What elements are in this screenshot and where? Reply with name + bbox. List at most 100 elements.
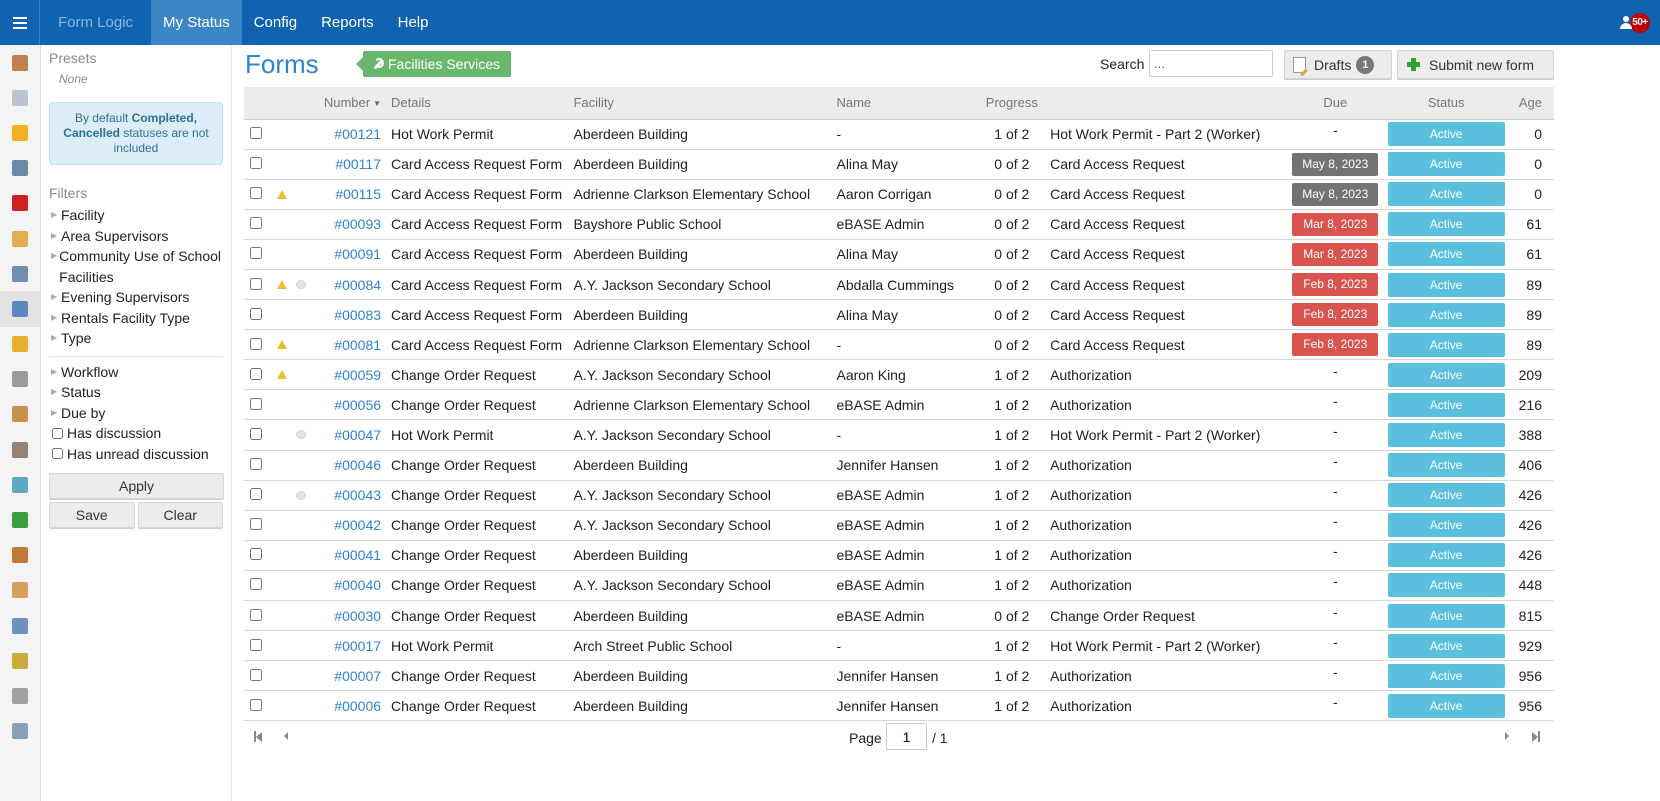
user-menu[interactable]: 50+ [1600, 0, 1660, 45]
filter-expander[interactable]: ▶ Status [49, 382, 223, 403]
row-checkbox[interactable] [250, 367, 262, 380]
rail-item-package[interactable] [0, 573, 40, 608]
rail-item-puzzle[interactable] [0, 502, 40, 537]
header-facility[interactable]: Facility [573, 87, 837, 120]
department-tag[interactable]: Facilities Services [355, 51, 512, 77]
row-checkbox[interactable] [250, 458, 262, 471]
last-page-button[interactable] [1532, 729, 1540, 743]
form-number-link[interactable]: #00046 [334, 457, 381, 473]
filter-expander[interactable]: ▶ Rentals Facility Type [49, 308, 223, 329]
menu-button[interactable] [0, 0, 40, 45]
row-checkbox[interactable] [250, 247, 262, 260]
prev-page-button[interactable] [284, 729, 288, 743]
submit-new-form-button[interactable]: Submit new form [1397, 50, 1554, 79]
form-number-link[interactable]: #00084 [334, 277, 381, 293]
status-badge[interactable]: Active [1387, 152, 1505, 177]
status-badge[interactable]: Active [1387, 663, 1505, 688]
first-page-button[interactable] [254, 729, 262, 743]
row-checkbox[interactable] [250, 488, 262, 501]
form-number-link[interactable]: #00083 [334, 307, 381, 323]
row-checkbox[interactable] [250, 337, 262, 350]
table-row[interactable]: #00007 Change Order Request Aberdeen Build… [244, 660, 1554, 692]
form-number-link[interactable]: #00081 [334, 337, 381, 353]
nav-config[interactable]: Config [242, 0, 309, 45]
filter-expander[interactable]: ▶ Due by [49, 403, 223, 424]
rail-item-hard-hat[interactable] [0, 115, 40, 150]
form-number-link[interactable]: #00017 [334, 638, 381, 654]
status-badge[interactable]: Active [1387, 182, 1505, 207]
rail-item-computer[interactable] [0, 151, 40, 186]
rail-item-building-warning[interactable] [0, 327, 40, 362]
form-number-link[interactable]: #00056 [334, 397, 381, 413]
rail-item-alarm-clock[interactable] [0, 608, 40, 643]
rail-item-first-aid[interactable] [0, 186, 40, 221]
row-checkbox[interactable] [250, 187, 262, 200]
filter-expander[interactable]: ▶ Community Use of School Facilities [49, 246, 223, 287]
search-input[interactable] [1149, 50, 1273, 77]
table-row[interactable]: #00017 Hot Work Permit Arch Street Public … [244, 630, 1554, 662]
filter-expander[interactable]: ▶ Facility [49, 205, 223, 226]
rail-item-flask-warning[interactable] [0, 467, 40, 502]
status-badge[interactable]: Active [1387, 392, 1505, 417]
table-row[interactable]: #00117 Card Access Request Form Aberdeen B… [244, 149, 1554, 180]
discussion-icon[interactable] [296, 490, 307, 500]
status-badge[interactable]: Active [1387, 453, 1505, 478]
filter-checkbox[interactable] [52, 448, 63, 460]
row-checkbox[interactable] [250, 127, 262, 140]
status-badge[interactable]: Active [1387, 242, 1505, 267]
rail-item-magnifier-doc[interactable] [0, 432, 40, 467]
table-row[interactable]: #00041 Change Order Request Aberdeen Build… [244, 540, 1554, 571]
save-button[interactable]: Save [49, 502, 135, 528]
status-badge[interactable]: Active [1387, 543, 1505, 568]
rail-item-documents[interactable] [0, 80, 40, 115]
table-row[interactable]: #00091 Card Access Request Form Aberdeen B… [244, 239, 1554, 270]
table-row[interactable]: #00042 Change Order Request A.Y. Jackson S… [244, 510, 1554, 541]
form-number-link[interactable]: #00006 [334, 698, 381, 714]
table-row[interactable]: #00046 Change Order Request Aberdeen Build… [244, 450, 1554, 481]
nav-help[interactable]: Help [386, 0, 441, 45]
rail-item-key[interactable] [0, 643, 40, 678]
rail-item-folder[interactable] [0, 221, 40, 256]
status-badge[interactable]: Active [1387, 302, 1505, 327]
table-row[interactable]: #00056 Change Order Request Adrienne Clark… [244, 389, 1554, 421]
filter-expander[interactable]: ▶ Area Supervisors [49, 226, 223, 247]
table-row[interactable]: #00006 Change Order Request Aberdeen Build… [244, 690, 1554, 722]
form-number-link[interactable]: #00047 [334, 427, 381, 443]
form-number-link[interactable]: #00091 [334, 246, 381, 262]
filter-expander[interactable]: ▶ Type [49, 328, 223, 349]
status-badge[interactable]: Active [1387, 513, 1505, 538]
table-row[interactable]: #00083 Card Access Request Form Aberdeen B… [244, 299, 1554, 331]
row-checkbox[interactable] [250, 578, 262, 591]
filter-checkbox[interactable] [52, 427, 63, 439]
table-row[interactable]: #00115 Card Access Request Form Adrienne C… [244, 179, 1554, 210]
form-number-link[interactable]: #00030 [334, 608, 381, 624]
header-name[interactable]: Name [836, 87, 977, 120]
table-row[interactable]: #00084 Card Access Request Form A.Y. Jacks… [244, 269, 1554, 301]
status-badge[interactable]: Active [1387, 332, 1505, 357]
rail-item-wrench[interactable] [0, 362, 40, 397]
rail-item-notepad[interactable] [0, 714, 40, 749]
status-badge[interactable]: Active [1387, 272, 1505, 297]
filter-expander[interactable]: ▶ Workflow [49, 362, 223, 383]
drafts-button[interactable]: Drafts 1 [1284, 50, 1392, 79]
row-checkbox[interactable] [250, 427, 262, 440]
nav-reports[interactable]: Reports [309, 0, 386, 45]
row-checkbox[interactable] [250, 277, 262, 290]
clear-button[interactable]: Clear [137, 502, 223, 528]
rail-item-home[interactable] [0, 45, 40, 80]
row-checkbox[interactable] [250, 157, 262, 170]
row-checkbox[interactable] [250, 638, 262, 651]
discussion-icon[interactable] [296, 280, 307, 290]
brand-link[interactable]: Form Logic [40, 0, 151, 45]
status-badge[interactable]: Active [1387, 362, 1505, 387]
form-number-link[interactable]: #00043 [334, 487, 381, 503]
row-checkbox[interactable] [250, 217, 262, 230]
row-checkbox[interactable] [250, 397, 262, 410]
row-checkbox[interactable] [250, 668, 262, 681]
apply-button[interactable]: Apply [49, 473, 224, 499]
rail-item-window-settings[interactable] [0, 291, 40, 327]
table-row[interactable]: #00059 Change Order Request A.Y. Jackson S… [244, 359, 1554, 391]
row-checkbox[interactable] [250, 698, 262, 711]
row-checkbox[interactable] [250, 307, 262, 320]
status-badge[interactable]: Active [1387, 633, 1505, 658]
